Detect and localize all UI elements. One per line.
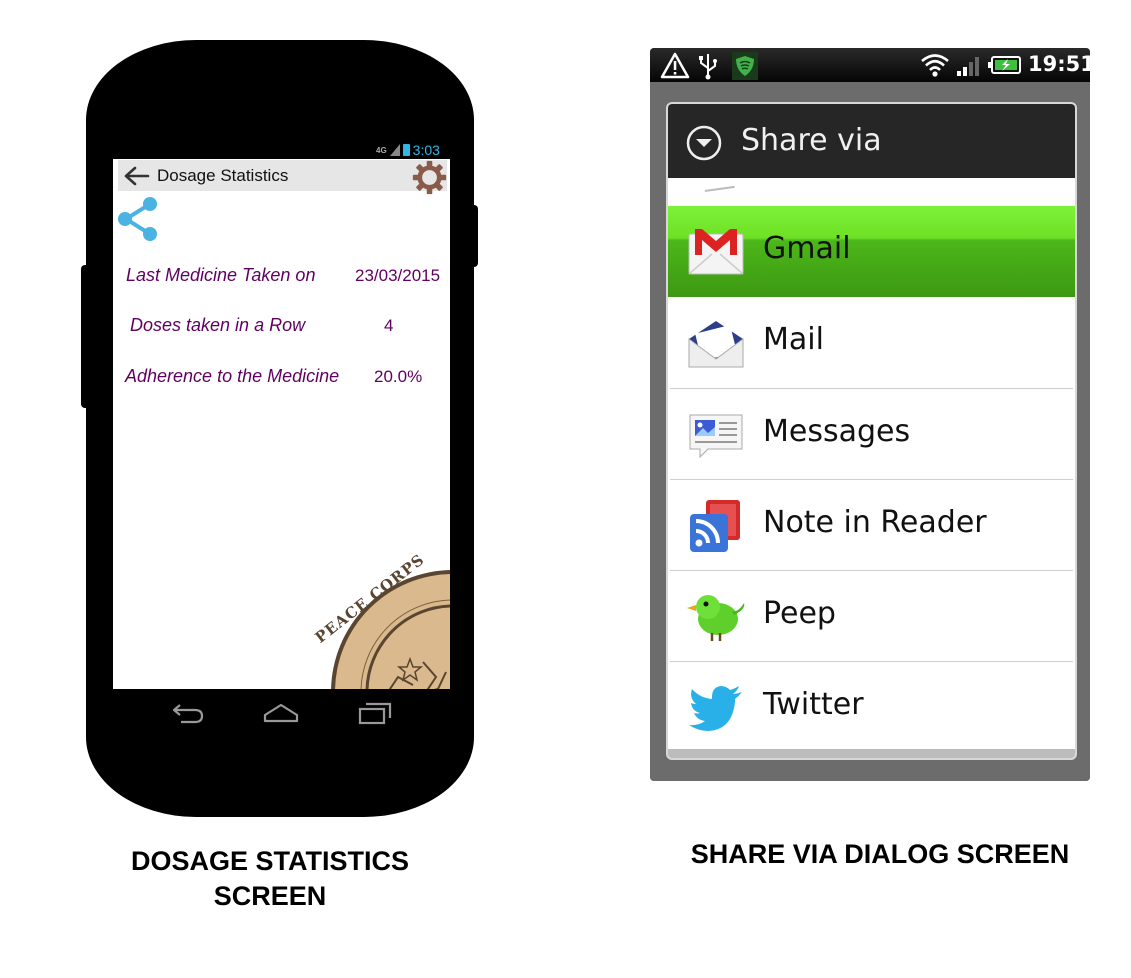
battery-icon	[402, 144, 410, 156]
phone-volume-button	[81, 265, 89, 408]
share-item-label: Peep	[763, 596, 836, 631]
share-item-twitter[interactable]: Twitter	[668, 662, 1075, 753]
usb-icon	[699, 54, 717, 80]
status-time: 3:03	[412, 142, 440, 158]
share-item-mail[interactable]: Mail	[668, 297, 1075, 388]
gmail-icon	[688, 229, 744, 275]
status-bar: 4G 3:03	[376, 142, 440, 158]
stat-value-doses-row: 4	[384, 316, 394, 335]
mail-icon	[688, 321, 744, 368]
reader-icon	[690, 500, 740, 552]
share-item-note-in-reader[interactable]: Note in Reader	[668, 480, 1075, 571]
share-item-label: Gmail	[763, 231, 851, 266]
security-shield-icon	[732, 52, 758, 80]
stat-label-doses-row: Doses taken in a Row	[130, 315, 306, 335]
warning-icon	[660, 52, 690, 79]
status-time-android: 19:51	[1028, 52, 1090, 76]
wifi-icon	[921, 54, 949, 77]
share-item-label: Messages	[763, 414, 911, 449]
dosage-caption-line1: DOSAGE STATISTICS	[130, 846, 409, 876]
share-item-label: Mail	[763, 322, 824, 357]
phone-power-button	[470, 205, 478, 267]
nav-home-icon[interactable]	[263, 701, 299, 725]
gear-icon[interactable]	[411, 159, 448, 196]
stat-label-adherence: Adherence to the Medicine	[125, 366, 340, 386]
nav-back-icon[interactable]	[171, 701, 205, 725]
share-item-peep[interactable]: Peep	[668, 571, 1075, 662]
share-item-label: Twitter	[763, 687, 864, 722]
network-indicator: 4G	[376, 145, 387, 155]
battery-charging-icon	[988, 56, 1021, 74]
messages-icon	[689, 414, 743, 459]
peep-icon	[687, 595, 745, 641]
dialog-title: Share via	[741, 123, 882, 158]
status-bar-android: 19:51	[650, 48, 1090, 82]
stat-value-last-taken: 23/03/2015	[355, 266, 441, 285]
action-bar: Dosage Statistics	[118, 160, 447, 195]
page-title: Dosage Statistics	[157, 166, 289, 185]
dialog-header: Share via	[668, 104, 1075, 178]
share-icon[interactable]	[116, 196, 160, 242]
dosage-caption: DOSAGE STATISTICS SCREEN	[90, 844, 450, 914]
stat-label-last-taken: Last Medicine Taken on	[126, 265, 316, 285]
signal-icon	[389, 144, 400, 156]
back-arrow-icon[interactable]	[122, 165, 150, 187]
share-item-messages[interactable]: Messages	[668, 389, 1075, 480]
navigation-bar	[113, 689, 450, 739]
dialog-footer	[668, 749, 1075, 758]
share-item-label: Note in Reader	[763, 505, 987, 540]
twitter-icon	[689, 686, 742, 731]
share-via-dialog: Share via Gmail Mail Messages Note in Re…	[666, 102, 1077, 760]
dosage-statistics-screen: Dosage Statistics Last Medicine Taken on…	[113, 159, 450, 689]
scroll-peek	[703, 175, 735, 193]
dosage-caption-line2: SCREEN	[213, 881, 327, 911]
stat-value-adherence: 20.0%	[374, 367, 423, 386]
share-caption: SHARE VIA DIALOG SCREEN	[690, 839, 1070, 869]
nav-recents-icon[interactable]	[358, 701, 392, 725]
share-item-gmail[interactable]: Gmail	[668, 206, 1075, 297]
peace-corps-seal-logo	[331, 570, 450, 689]
chevron-down-circle-icon	[686, 125, 722, 161]
signal-icon	[957, 57, 979, 76]
